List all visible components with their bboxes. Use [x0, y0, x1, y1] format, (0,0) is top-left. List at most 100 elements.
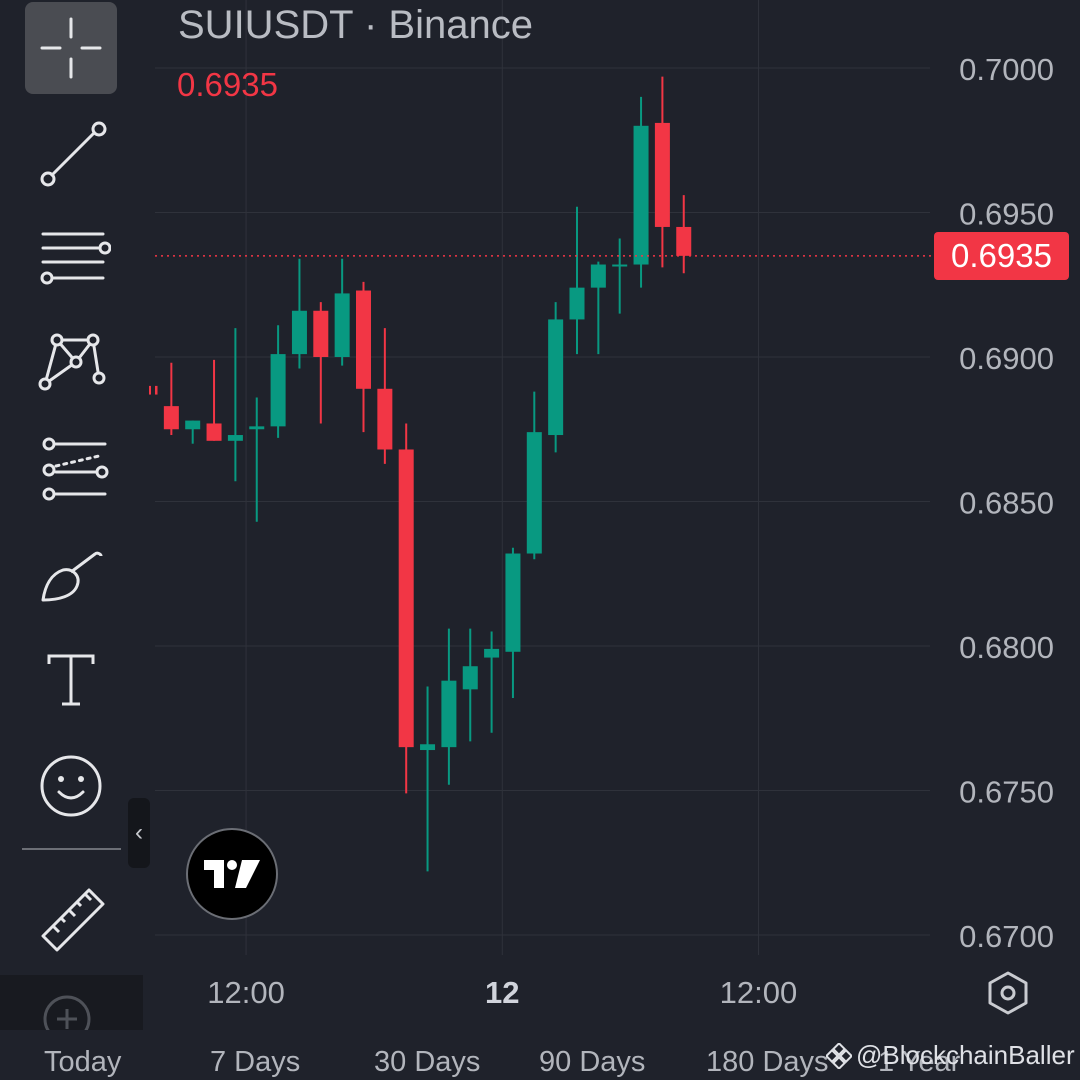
candle-body — [441, 680, 457, 748]
candle — [313, 302, 329, 424]
candle — [163, 362, 179, 436]
candle-body — [398, 449, 414, 748]
emoji-tool[interactable] — [25, 734, 117, 826]
add-icon — [43, 995, 91, 1043]
candle — [185, 420, 201, 444]
candle — [441, 628, 457, 785]
horizontal-lines-tool[interactable] — [25, 210, 117, 302]
drawing-toolbar — [0, 0, 143, 1043]
chart-grid — [155, 0, 930, 955]
candle — [420, 686, 436, 872]
text-icon — [47, 654, 95, 706]
candle-body — [654, 122, 670, 227]
crosshair-tool[interactable] — [25, 2, 117, 94]
candle-body — [270, 354, 286, 427]
trend-line-tool[interactable] — [25, 106, 117, 198]
candle — [505, 547, 521, 699]
candle-body — [291, 310, 307, 355]
time-tick-label: 12:00 — [720, 975, 798, 1010]
tradingview-logo-icon — [204, 860, 260, 888]
candle-body — [227, 435, 243, 441]
candle — [676, 195, 692, 274]
settings-hexagon-icon — [988, 971, 1028, 1015]
pattern-tool[interactable] — [25, 314, 117, 406]
candle-body — [249, 426, 265, 430]
candle — [569, 206, 585, 355]
horizontal-lines-icon — [40, 232, 111, 285]
price-tick-label: 0.6900 — [959, 341, 1054, 376]
trend-line-icon — [40, 121, 107, 187]
current-price-label: 0.6935 — [177, 66, 278, 103]
candle-body — [612, 264, 628, 267]
candle-body — [206, 423, 222, 441]
candle-body — [163, 406, 179, 430]
candle-body — [548, 319, 564, 436]
price-chart[interactable]: 0.7000 0.6950 0.6900 0.6850 0.6800 0.6750 0.67… — [0, 0, 1080, 1030]
last-price-badge: 0.6935 — [934, 232, 1069, 280]
price-tick-label: 0.6950 — [959, 197, 1054, 232]
brush-tool[interactable] — [25, 524, 117, 616]
fib-retracement-tool[interactable] — [25, 420, 117, 512]
time-tick-label: 12 — [485, 975, 519, 1010]
collapse-toolbar-button[interactable]: ‹ — [128, 798, 150, 868]
add-tool-slot[interactable] — [0, 975, 143, 1043]
candle — [484, 631, 500, 733]
ruler-icon — [41, 888, 105, 952]
candles — [149, 76, 692, 872]
candle — [654, 76, 670, 268]
chart-settings-button[interactable] — [984, 968, 1032, 1018]
price-tick-label: 0.6750 — [959, 775, 1054, 810]
candle-body — [462, 666, 478, 690]
price-tick-label: 0.6850 — [959, 486, 1054, 521]
candle-body — [590, 264, 606, 288]
range-today[interactable]: Today — [44, 1046, 121, 1079]
pattern-icon — [38, 333, 106, 391]
candle — [249, 397, 265, 522]
candle-body — [676, 226, 692, 256]
range-90-days[interactable]: 90 Days — [539, 1046, 645, 1079]
candle — [227, 328, 243, 482]
watermark: @BlockchainBaller — [826, 1040, 1075, 1071]
candle-body — [505, 553, 521, 652]
text-tool[interactable] — [25, 628, 117, 720]
range-180-days[interactable]: 180 Days — [706, 1046, 829, 1079]
candle — [590, 261, 606, 355]
candle-body — [526, 432, 542, 554]
candle — [270, 325, 286, 438]
price-tick-label: 0.7000 — [959, 52, 1054, 87]
candle — [149, 385, 158, 395]
candle-body — [313, 310, 329, 357]
candle — [356, 281, 371, 433]
price-axis[interactable]: 0.7000 0.6950 0.6900 0.6850 0.6800 0.6750 0.67… — [959, 52, 1054, 954]
candle — [398, 423, 414, 794]
candle-body — [569, 287, 585, 320]
candle — [548, 302, 564, 453]
candle-body — [185, 420, 201, 430]
emoji-icon — [40, 755, 102, 817]
crosshair-icon — [40, 17, 102, 79]
range-30-days[interactable]: 30 Days — [374, 1046, 480, 1079]
candle-body — [420, 744, 436, 751]
ruler-tool[interactable] — [25, 872, 117, 964]
time-tick-label: 12:00 — [207, 975, 285, 1010]
fib-retracement-icon — [42, 437, 109, 501]
symbol-title: SUIUSDT · Binance — [178, 3, 533, 47]
candle — [377, 328, 393, 464]
candle-body — [633, 125, 649, 265]
candle-body — [377, 388, 393, 450]
tradingview-logo[interactable] — [186, 828, 278, 920]
candle — [633, 96, 649, 288]
candle-body — [484, 648, 500, 658]
candle — [612, 238, 628, 314]
candle — [291, 258, 307, 369]
candle — [334, 258, 350, 366]
range-7-days[interactable]: 7 Days — [210, 1046, 300, 1079]
candle-body — [334, 293, 350, 357]
toolbar-divider — [22, 848, 121, 850]
price-tick-label: 0.6800 — [959, 630, 1054, 665]
watermark-text: @BlockchainBaller — [856, 1040, 1075, 1070]
time-axis[interactable]: 12:00 12 12:00 — [207, 975, 797, 1010]
candle — [526, 391, 542, 560]
candle — [206, 359, 222, 441]
price-tick-label: 0.6700 — [959, 919, 1054, 954]
